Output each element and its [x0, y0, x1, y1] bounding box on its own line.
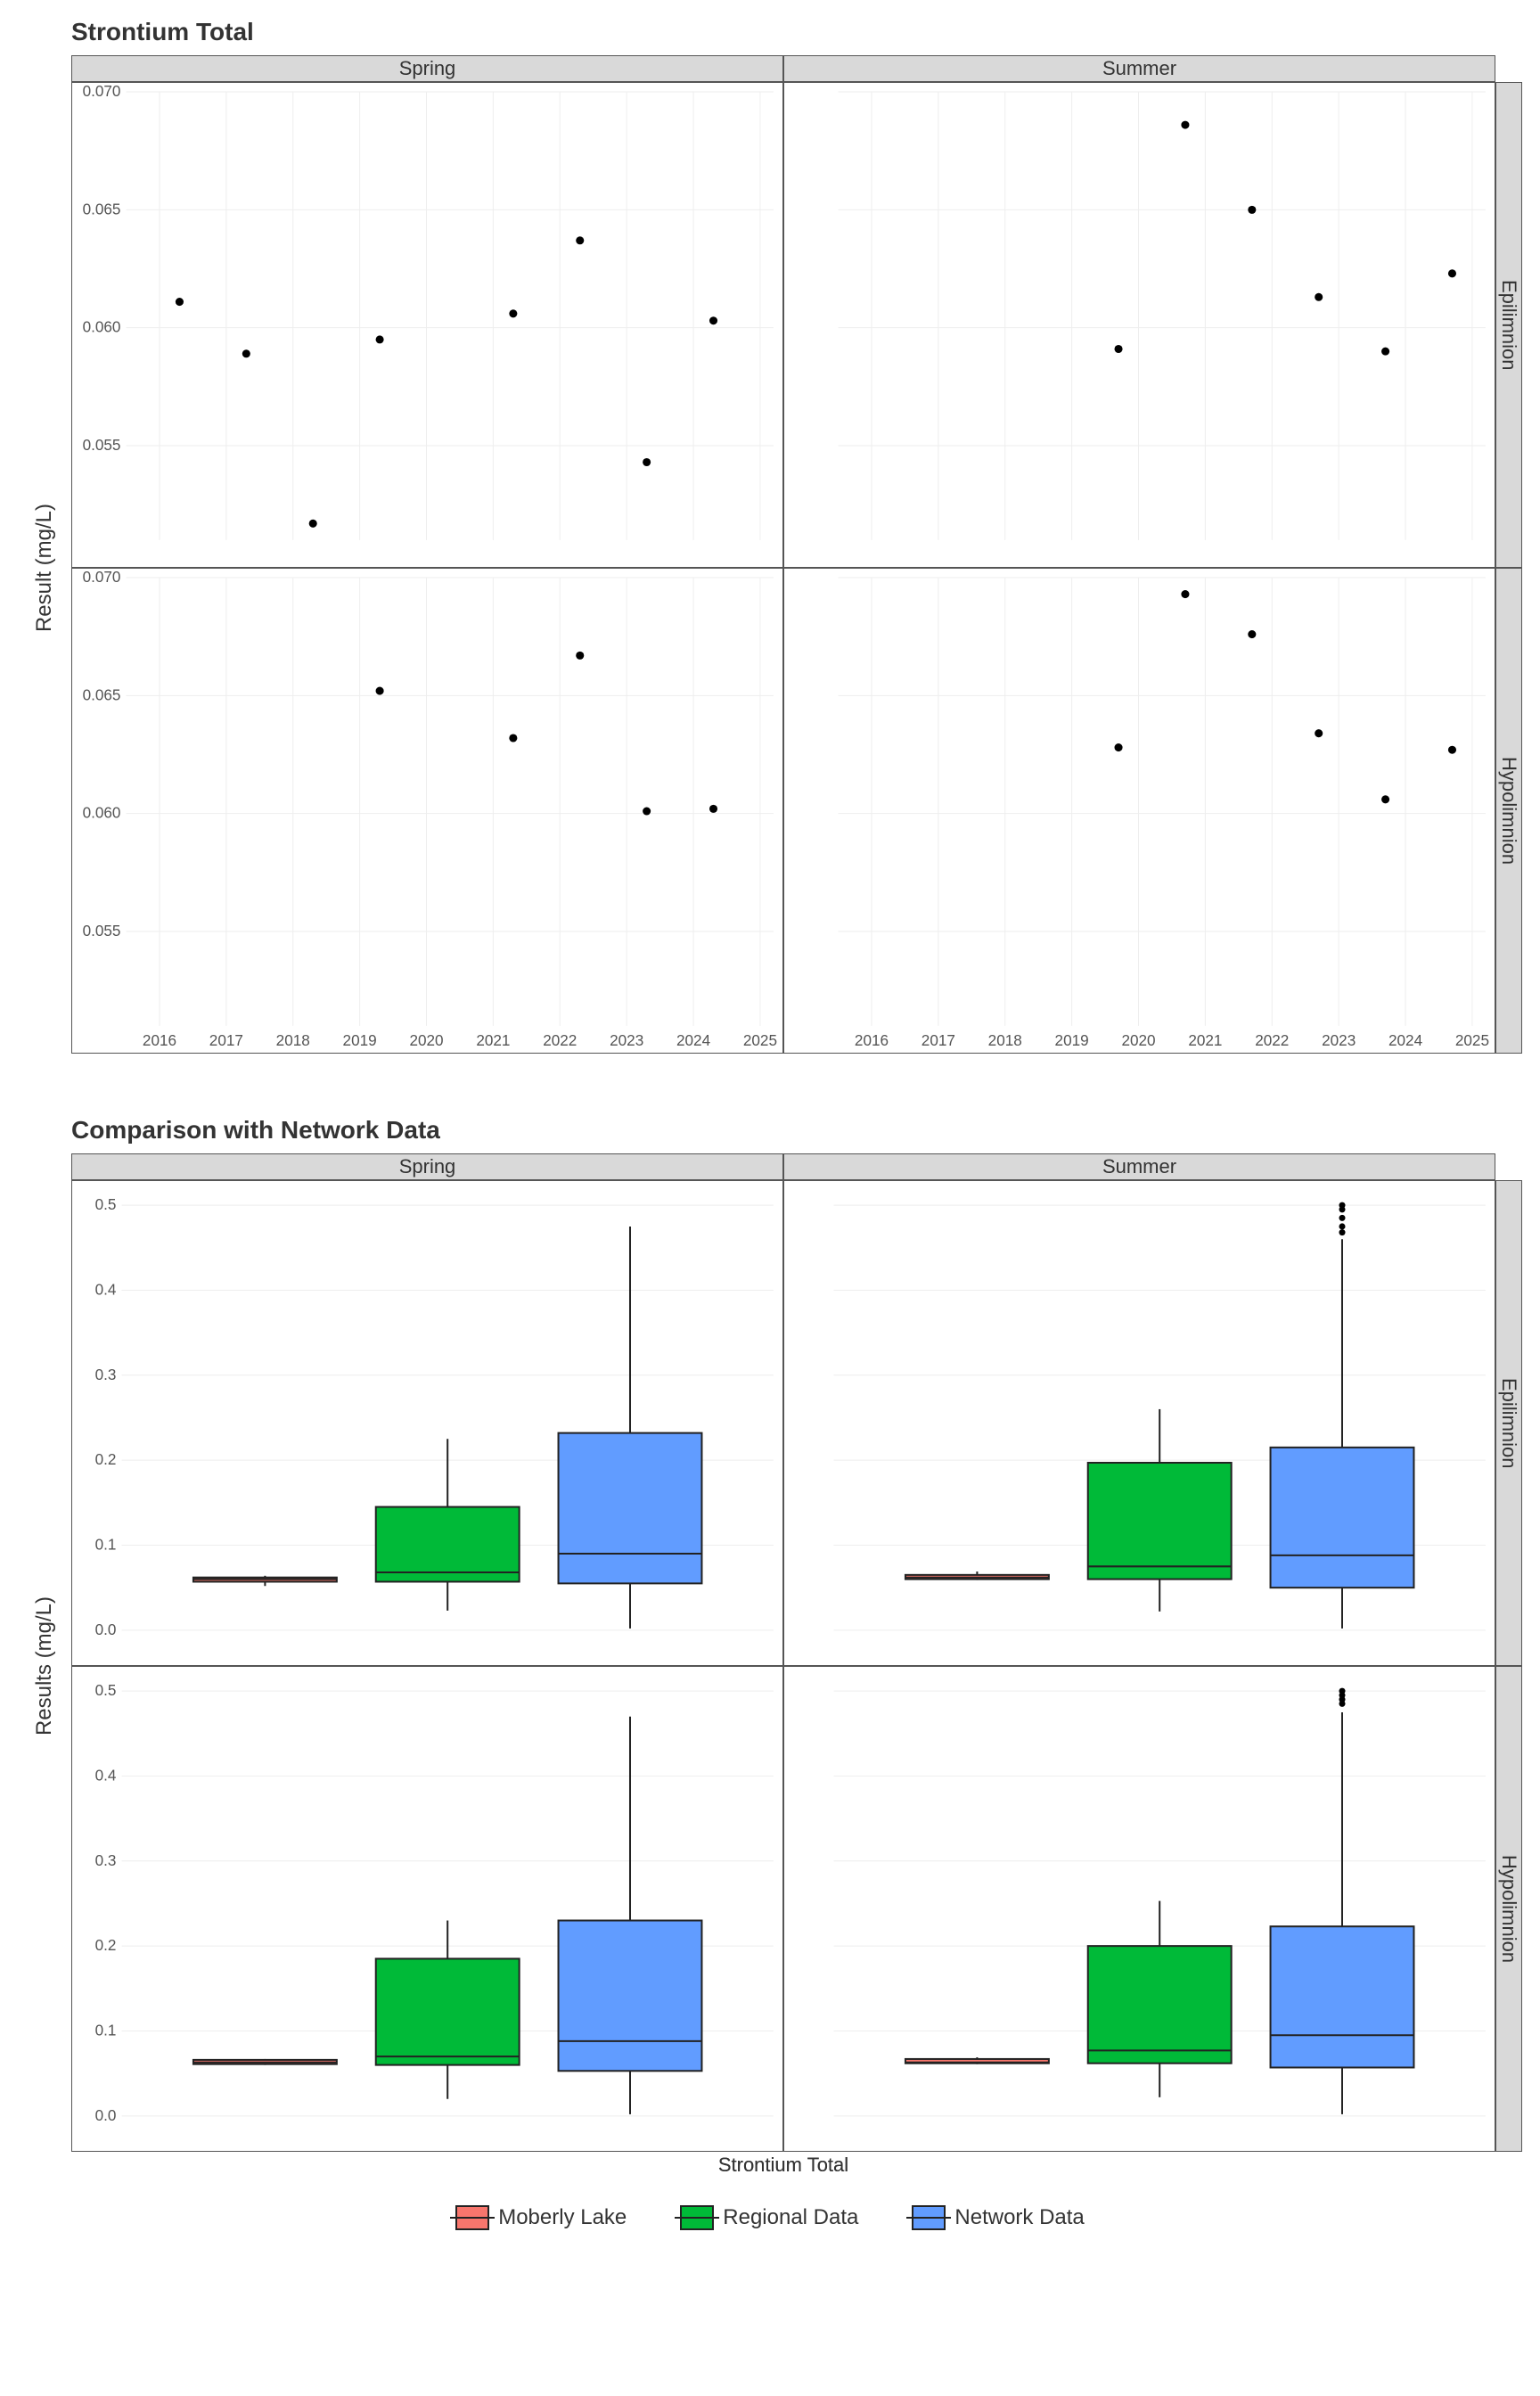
boxplot-col-strip-spring: Spring	[71, 1153, 783, 1180]
scatter-panel-summer-epi	[783, 82, 1495, 568]
boxplot-panel-spring-epi: 0.0 0.1 0.2 0.3 0.4 0.5	[71, 1180, 783, 1666]
legend-swatch-network	[912, 2205, 946, 2230]
svg-text:0.0: 0.0	[95, 2107, 117, 2124]
boxplot-title: Comparison with Network Data	[71, 1116, 1522, 1145]
scatter-title: Strontium Total	[71, 18, 1522, 46]
scatter-row-strip-hypo: Hypolimnion	[1495, 568, 1522, 1054]
legend-item-regional: Regional Data	[680, 2205, 858, 2230]
svg-text:0.1: 0.1	[95, 2023, 117, 2039]
svg-text:0.2: 0.2	[95, 1451, 117, 1468]
svg-text:0.060: 0.060	[83, 319, 121, 336]
svg-text:2020: 2020	[1121, 1032, 1155, 1049]
svg-text:2018: 2018	[276, 1032, 310, 1049]
svg-text:2019: 2019	[343, 1032, 377, 1049]
legend-item-moberly: Moberly Lake	[455, 2205, 627, 2230]
boxplot-xaxis-summer: Strontium Total	[71, 2152, 1495, 2179]
svg-text:2020: 2020	[409, 1032, 443, 1049]
svg-text:0.2: 0.2	[95, 1937, 117, 1954]
boxplot-chart-block: Comparison with Network Data Spring Summ…	[18, 1116, 1522, 2230]
svg-text:0.055: 0.055	[83, 437, 121, 454]
legend-swatch-moberly	[455, 2205, 489, 2230]
scatter-panel-spring-hypo: 0.055 0.060 0.065 0.070 2016 2017 2018 2019 2020…	[71, 568, 783, 1054]
svg-text:2022: 2022	[1255, 1032, 1289, 1049]
svg-text:2021: 2021	[1188, 1032, 1222, 1049]
svg-text:2024: 2024	[1388, 1032, 1423, 1049]
scatter-col-strip-summer: Summer	[783, 55, 1495, 82]
svg-text:0.3: 0.3	[95, 1366, 117, 1383]
svg-text:2018: 2018	[988, 1032, 1022, 1049]
svg-text:2017: 2017	[209, 1032, 243, 1049]
svg-text:0.5: 0.5	[95, 1682, 117, 1699]
legend-label-network: Network Data	[954, 2205, 1084, 2230]
boxplot-col-strip-summer: Summer	[783, 1153, 1495, 1180]
boxplot-panel-spring-hypo: 0.0 0.1 0.2 0.3 0.4 0.5	[71, 1666, 783, 2152]
boxplot-panel-summer-hypo	[783, 1666, 1495, 2152]
svg-text:0.3: 0.3	[95, 1852, 117, 1869]
svg-text:2016: 2016	[855, 1032, 889, 1049]
svg-text:2025: 2025	[743, 1032, 777, 1049]
svg-text:0.055: 0.055	[83, 923, 121, 940]
boxplot-yaxis: Results (mg/L)	[18, 1180, 71, 2152]
boxplot-panel-summer-epi	[783, 1180, 1495, 1666]
svg-text:2022: 2022	[543, 1032, 577, 1049]
scatter-yaxis: Result (mg/L)	[18, 82, 71, 1054]
legend-label-regional: Regional Data	[723, 2205, 858, 2230]
svg-text:0.070: 0.070	[83, 83, 121, 100]
boxplot-row-strip-hypo: Hypolimnion	[1495, 1666, 1522, 2152]
scatter-col-strip-spring: Spring	[71, 55, 783, 82]
svg-text:0.1: 0.1	[95, 1537, 117, 1554]
svg-text:2021: 2021	[476, 1032, 510, 1049]
scatter-panel-summer-hypo: 2016 2017 2018 2019 2020 2021 2022 2023 2024 2025	[783, 568, 1495, 1054]
svg-text:2024: 2024	[676, 1032, 711, 1049]
scatter-xaxis-summer	[71, 1054, 1495, 1080]
legend: Moberly Lake Regional Data Network Data	[18, 2205, 1522, 2230]
svg-text:0.065: 0.065	[83, 201, 121, 217]
svg-text:0.065: 0.065	[83, 686, 121, 703]
legend-swatch-regional	[680, 2205, 714, 2230]
legend-label-moberly: Moberly Lake	[498, 2205, 627, 2230]
svg-text:2019: 2019	[1055, 1032, 1089, 1049]
scatter-chart-block: Strontium Total Spring Summer Result (mg…	[18, 18, 1522, 1080]
svg-text:2017: 2017	[922, 1032, 955, 1049]
svg-text:2025: 2025	[1455, 1032, 1489, 1049]
svg-text:0.4: 0.4	[95, 1768, 117, 1785]
svg-text:0.0: 0.0	[95, 1621, 117, 1638]
legend-item-network: Network Data	[912, 2205, 1084, 2230]
boxplot-facet-grid: Spring Summer Results (mg/L) 0.00.10.20.…	[18, 1153, 1522, 2179]
boxplot-row-strip-epi: Epilimnion	[1495, 1180, 1522, 1666]
svg-text:2023: 2023	[610, 1032, 643, 1049]
scatter-row-strip-epi: Epilimnion	[1495, 82, 1522, 568]
svg-text:0.060: 0.060	[83, 805, 121, 822]
svg-text:2023: 2023	[1322, 1032, 1356, 1049]
svg-text:0.5: 0.5	[95, 1196, 117, 1213]
scatter-panel-spring-epi: 0.055 0.060 0.065 0.070	[71, 82, 783, 568]
svg-text:0.4: 0.4	[95, 1282, 117, 1299]
scatter-facet-grid: Spring Summer Result (mg/L) 0.0550.0600.…	[18, 55, 1522, 1080]
svg-text:2016: 2016	[143, 1032, 176, 1049]
svg-text:0.070: 0.070	[83, 569, 121, 586]
